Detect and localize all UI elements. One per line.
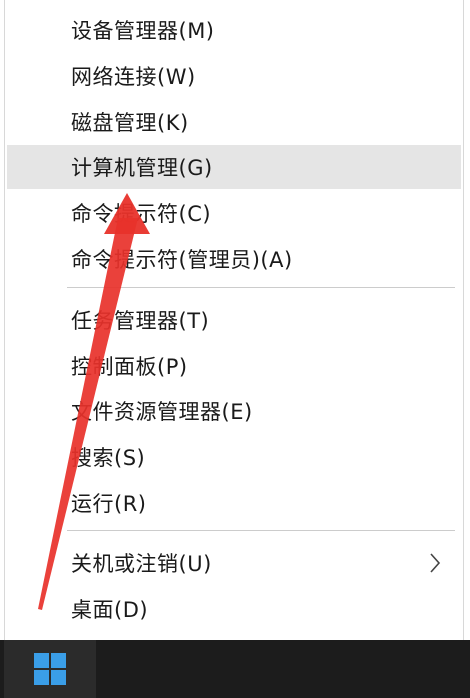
menu-item-shutdown-signout[interactable]: 关机或注销(U) <box>7 541 461 585</box>
menu-item-run[interactable]: 运行(R) <box>7 481 461 525</box>
menu-item-label: 网络连接(W) <box>71 65 196 89</box>
menu-item-network-connections[interactable]: 网络连接(W) <box>7 54 461 98</box>
menu-item-label: 命令提示符(C) <box>71 202 212 226</box>
menu-item-label: 设备管理器(M) <box>71 19 215 43</box>
menu-item-label: 控制面板(P) <box>71 355 188 379</box>
winx-context-menu: 设备管理器(M) 网络连接(W) 磁盘管理(K) 计算机管理(G) 命令提示符(… <box>4 0 464 640</box>
menu-item-label: 运行(R) <box>71 492 147 516</box>
menu-item-file-explorer[interactable]: 文件资源管理器(E) <box>7 389 461 433</box>
taskbar <box>0 640 470 698</box>
menu-item-control-panel[interactable]: 控制面板(P) <box>7 344 461 388</box>
menu-item-computer-management[interactable]: 计算机管理(G) <box>7 145 461 189</box>
menu-item-label: 任务管理器(T) <box>71 309 210 333</box>
menu-item-label: 桌面(D) <box>71 598 149 622</box>
menu-item-task-manager[interactable]: 任务管理器(T) <box>7 298 461 342</box>
windows-logo-icon <box>34 653 66 685</box>
menu-item-label: 文件资源管理器(E) <box>71 400 253 424</box>
menu-item-desktop[interactable]: 桌面(D) <box>7 587 461 631</box>
menu-item-command-prompt-admin[interactable]: 命令提示符(管理员)(A) <box>7 237 461 281</box>
chevron-right-icon <box>430 553 441 573</box>
menu-item-label: 磁盘管理(K) <box>71 111 189 135</box>
menu-item-label: 命令提示符(管理员)(A) <box>71 248 293 272</box>
start-button[interactable] <box>4 640 96 698</box>
menu-item-disk-management[interactable]: 磁盘管理(K) <box>7 100 461 144</box>
menu-item-label: 搜索(S) <box>71 446 146 470</box>
menu-item-command-prompt[interactable]: 命令提示符(C) <box>7 191 461 235</box>
menu-item-device-manager[interactable]: 设备管理器(M) <box>7 8 461 52</box>
menu-item-label: 关机或注销(U) <box>71 552 212 576</box>
menu-item-search[interactable]: 搜索(S) <box>7 435 461 479</box>
menu-separator <box>67 287 455 288</box>
menu-item-label: 计算机管理(G) <box>71 156 213 180</box>
menu-separator <box>67 530 455 531</box>
